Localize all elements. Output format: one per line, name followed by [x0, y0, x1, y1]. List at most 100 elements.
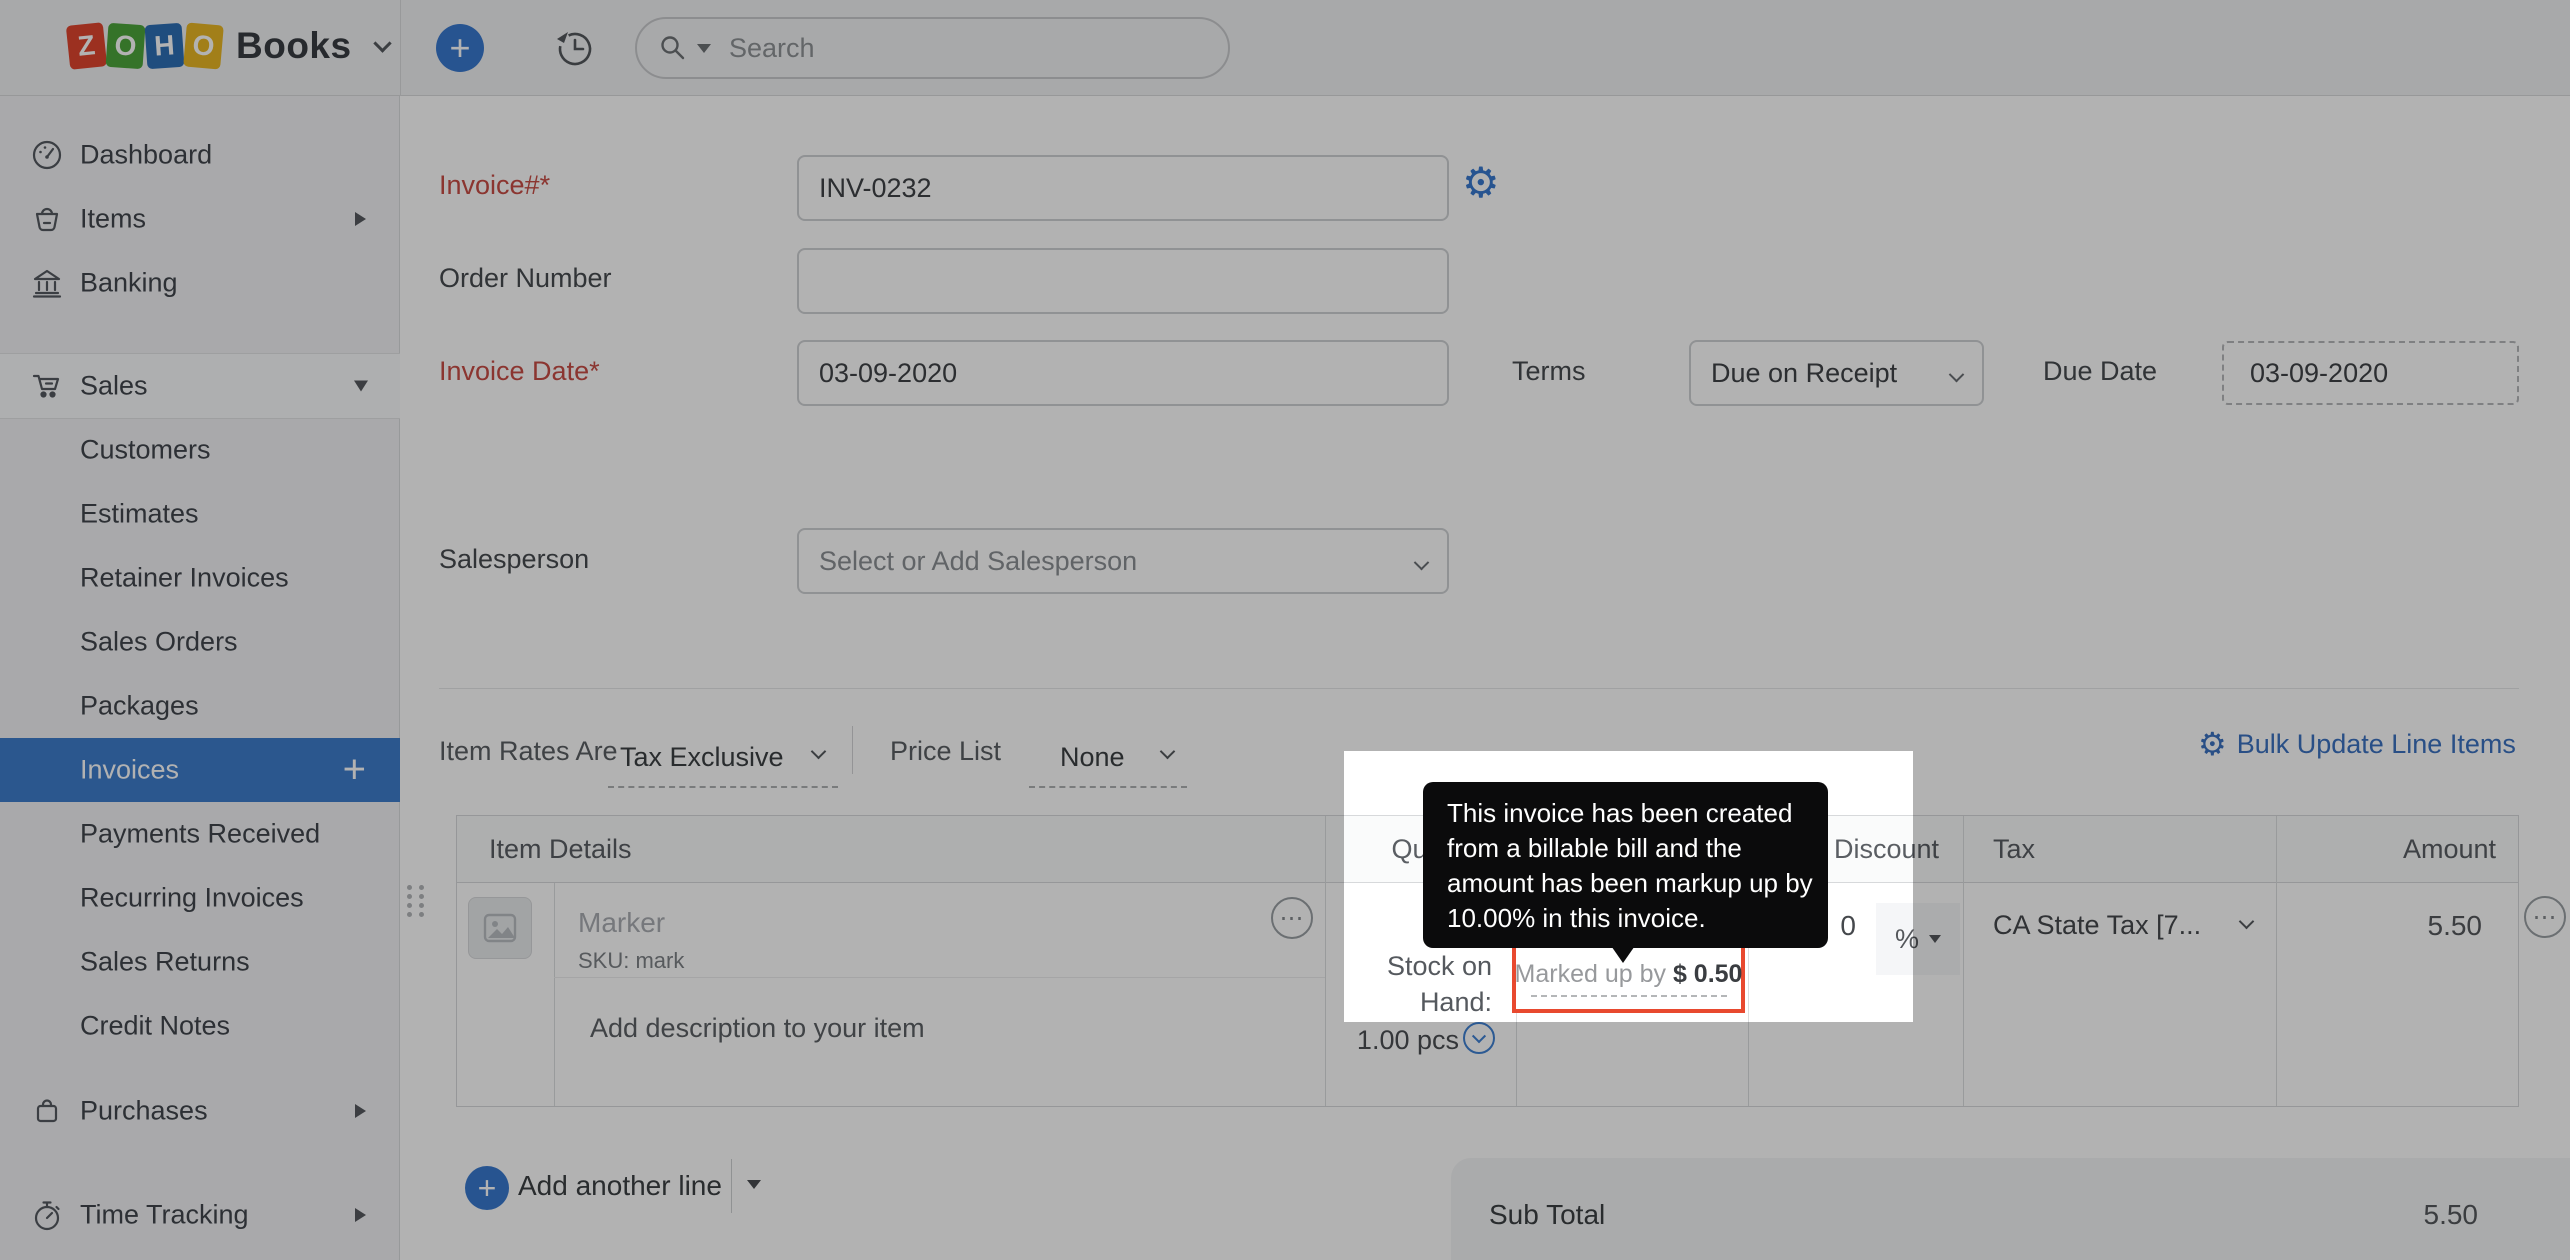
invoice-number-field[interactable]: INV-0232: [797, 155, 1449, 221]
sidebar-label: Customers: [80, 434, 211, 465]
quick-create-button[interactable]: +: [436, 24, 484, 72]
sidebar-label: Sales Orders: [80, 626, 238, 657]
invoice-number-value: INV-0232: [819, 172, 932, 203]
sidebar-item-payments-received[interactable]: Payments Received: [0, 802, 400, 866]
top-bar: Z O H O Books +: [0, 0, 2570, 96]
sidebar-item-credit-notes[interactable]: Credit Notes: [0, 994, 400, 1058]
header-amount: Amount: [2402, 834, 2496, 864]
item-more-options-button[interactable]: ⋯: [1271, 897, 1313, 939]
price-list-select[interactable]: None: [1029, 728, 1187, 788]
due-date-field[interactable]: 03-09-2020: [2222, 341, 2519, 405]
new-invoice-plus-icon[interactable]: +: [343, 748, 366, 793]
expand-right-icon: [355, 1208, 366, 1222]
bank-icon: [30, 266, 64, 300]
tooltip-arrow: [1607, 940, 1639, 963]
vertical-divider: [731, 1159, 732, 1213]
sidebar-item-customers[interactable]: Customers: [0, 418, 400, 482]
sidebar-item-sales-returns[interactable]: Sales Returns: [0, 930, 400, 994]
sidebar-label: Dashboard: [80, 139, 213, 170]
section-divider: [439, 688, 2519, 689]
salesperson-label: Salesperson: [439, 544, 590, 574]
logo-letter-o2: O: [183, 22, 224, 70]
chevron-down-icon: [1159, 743, 1176, 760]
sidebar-label: Estimates: [80, 498, 199, 529]
add-another-line-button[interactable]: Add another line: [518, 1170, 722, 1202]
subtotal-value: 5.50: [2423, 1199, 2479, 1230]
tax-select[interactable]: CA State Tax [7...: [1993, 910, 2201, 941]
item-image-placeholder[interactable]: [468, 897, 532, 959]
search-scope-chevron-icon[interactable]: [697, 43, 711, 53]
org-switcher-chevron-icon[interactable]: [372, 33, 392, 53]
sidebar-item-banking[interactable]: Banking: [0, 251, 400, 315]
logo-text: Books: [236, 25, 352, 66]
sidebar: Dashboard Items Banking Sales Customers …: [0, 96, 400, 1260]
logo-letter-h: H: [144, 22, 185, 70]
sidebar-item-retainer-invoices[interactable]: Retainer Invoices: [0, 546, 400, 610]
markup-tooltip: This invoice has been created from a bil…: [1423, 782, 1828, 948]
sidebar-item-estimates[interactable]: Estimates: [0, 482, 400, 546]
sidebar-label: Retainer Invoices: [80, 562, 289, 593]
header-item-details: Item Details: [489, 834, 632, 864]
discount-unit-select[interactable]: %: [1876, 903, 1960, 975]
sidebar-item-recurring-invoices[interactable]: Recurring Invoices: [0, 866, 400, 930]
terms-select[interactable]: Due on Receipt: [1689, 340, 1984, 406]
sidebar-item-sales[interactable]: Sales: [0, 353, 400, 419]
dashboard-icon: [30, 138, 64, 172]
sidebar-label: Invoices: [80, 754, 180, 785]
expand-right-icon: [355, 212, 366, 226]
invoice-number-label: Invoice#*: [439, 170, 551, 200]
topbar-divider: [400, 0, 401, 96]
bulk-update-line-items-link[interactable]: ⚙ Bulk Update Line Items: [2198, 728, 2516, 760]
order-number-label: Order Number: [439, 263, 612, 293]
description-divider: [554, 977, 1325, 978]
sidebar-item-packages[interactable]: Packages: [0, 674, 400, 738]
logo-letter-o1: O: [105, 22, 146, 70]
zoho-books-logo[interactable]: Z O H O Books: [65, 22, 392, 70]
invoice-date-label: Invoice Date*: [439, 356, 600, 386]
gear-icon: ⚙: [2198, 726, 2227, 762]
terms-value: Due on Receipt: [1711, 357, 1898, 388]
item-name[interactable]: Marker: [578, 907, 665, 939]
recent-history-icon[interactable]: [552, 26, 596, 70]
salesperson-select[interactable]: Select or Add Salesperson: [797, 528, 1449, 594]
sidebar-item-items[interactable]: Items: [0, 187, 400, 251]
row-drag-handle[interactable]: [407, 885, 424, 917]
price-list-value: None: [1060, 741, 1125, 772]
chevron-down-icon: [1929, 935, 1941, 943]
global-search[interactable]: [635, 17, 1230, 79]
due-date-value: 03-09-2020: [2250, 357, 2389, 388]
dashed-underline: [1530, 994, 1727, 997]
stock-on-hand-value: 1.00 pcs: [1356, 1025, 1459, 1055]
chevron-down-icon[interactable]: [2238, 913, 2255, 930]
markup-badge-label: Marked up by: [1514, 959, 1666, 988]
basket-icon: [30, 202, 64, 236]
row-more-options-button[interactable]: ⋯: [2524, 896, 2566, 938]
item-rates-select[interactable]: Tax Exclusive: [608, 728, 838, 788]
terms-label: Terms: [1512, 356, 1586, 386]
sidebar-label: Sales: [80, 370, 148, 401]
add-line-plus-icon[interactable]: +: [465, 1166, 509, 1210]
stock-accordion-chevron-icon[interactable]: [1463, 1022, 1495, 1054]
expand-right-icon: [355, 1104, 366, 1118]
sidebar-label: Recurring Invoices: [80, 882, 304, 913]
sidebar-label: Payments Received: [80, 818, 321, 849]
stopwatch-icon: [30, 1198, 64, 1232]
sidebar-label: Banking: [80, 267, 178, 298]
header-tax: Tax: [1993, 834, 2036, 864]
markup-badge-value: $ 0.50: [1672, 959, 1743, 988]
add-line-dropdown-button[interactable]: [747, 1180, 761, 1189]
invoice-date-value: 03-09-2020: [819, 357, 958, 388]
logo-letter-z: Z: [65, 22, 108, 70]
search-input[interactable]: [729, 32, 1109, 64]
sidebar-item-time-tracking[interactable]: Time Tracking: [0, 1183, 400, 1247]
item-rates-value: Tax Exclusive: [620, 741, 784, 772]
sidebar-item-purchases[interactable]: Purchases: [0, 1079, 400, 1143]
item-description-input[interactable]: Add description to your item: [590, 1013, 925, 1044]
invoice-number-settings-gear-icon[interactable]: ⚙: [1462, 162, 1500, 204]
order-number-field[interactable]: [797, 248, 1449, 314]
sidebar-item-sales-orders[interactable]: Sales Orders: [0, 610, 400, 674]
sidebar-item-invoices[interactable]: Invoices +: [0, 738, 400, 802]
sidebar-item-dashboard[interactable]: Dashboard: [0, 123, 400, 187]
invoice-date-field[interactable]: 03-09-2020: [797, 340, 1449, 406]
sidebar-label: Time Tracking: [80, 1199, 249, 1230]
